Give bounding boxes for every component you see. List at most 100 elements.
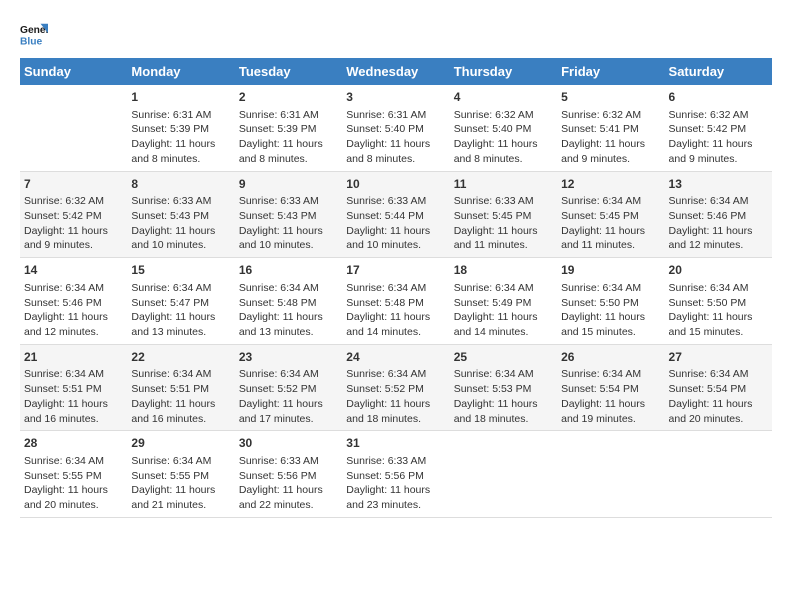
cell-info: Daylight: 11 hours <box>669 224 768 239</box>
day-number: 15 <box>131 262 230 279</box>
calendar-cell: 2Sunrise: 6:31 AMSunset: 5:39 PMDaylight… <box>235 85 342 171</box>
calendar-cell: 4Sunrise: 6:32 AMSunset: 5:40 PMDaylight… <box>450 85 557 171</box>
cell-info: Sunrise: 6:34 AM <box>239 367 338 382</box>
cell-info: Daylight: 11 hours <box>346 483 445 498</box>
day-header-friday: Friday <box>557 58 664 85</box>
cell-info: Daylight: 11 hours <box>239 224 338 239</box>
calendar-cell: 30Sunrise: 6:33 AMSunset: 5:56 PMDayligh… <box>235 431 342 518</box>
day-number: 19 <box>561 262 660 279</box>
cell-info: and 16 minutes. <box>131 412 230 427</box>
calendar-cell: 12Sunrise: 6:34 AMSunset: 5:45 PMDayligh… <box>557 171 664 258</box>
cell-info: and 15 minutes. <box>561 325 660 340</box>
cell-info: Sunset: 5:52 PM <box>346 382 445 397</box>
cell-info: and 11 minutes. <box>561 238 660 253</box>
calendar-cell: 14Sunrise: 6:34 AMSunset: 5:46 PMDayligh… <box>20 258 127 345</box>
day-header-wednesday: Wednesday <box>342 58 449 85</box>
cell-info: and 8 minutes. <box>239 152 338 167</box>
cell-info: Sunset: 5:42 PM <box>24 209 123 224</box>
cell-info: Daylight: 11 hours <box>239 397 338 412</box>
cell-info: Sunset: 5:50 PM <box>669 296 768 311</box>
calendar-cell: 13Sunrise: 6:34 AMSunset: 5:46 PMDayligh… <box>665 171 772 258</box>
day-number: 26 <box>561 349 660 366</box>
day-number: 20 <box>669 262 768 279</box>
cell-info: Sunrise: 6:34 AM <box>669 194 768 209</box>
day-number: 5 <box>561 89 660 106</box>
cell-info: Daylight: 11 hours <box>131 397 230 412</box>
day-number: 27 <box>669 349 768 366</box>
cell-info: Daylight: 11 hours <box>669 397 768 412</box>
cell-info: Sunrise: 6:34 AM <box>454 367 553 382</box>
cell-info: Daylight: 11 hours <box>239 310 338 325</box>
cell-info: Sunrise: 6:34 AM <box>131 454 230 469</box>
cell-info: and 9 minutes. <box>24 238 123 253</box>
calendar-cell: 21Sunrise: 6:34 AMSunset: 5:51 PMDayligh… <box>20 344 127 431</box>
calendar-table: SundayMondayTuesdayWednesdayThursdayFrid… <box>20 58 772 518</box>
cell-info: Daylight: 11 hours <box>346 137 445 152</box>
cell-info: Sunset: 5:44 PM <box>346 209 445 224</box>
cell-info: Sunset: 5:56 PM <box>239 469 338 484</box>
calendar-cell: 8Sunrise: 6:33 AMSunset: 5:43 PMDaylight… <box>127 171 234 258</box>
day-header-thursday: Thursday <box>450 58 557 85</box>
cell-info: and 10 minutes. <box>239 238 338 253</box>
cell-info: and 12 minutes. <box>24 325 123 340</box>
day-header-saturday: Saturday <box>665 58 772 85</box>
cell-info: Daylight: 11 hours <box>239 483 338 498</box>
cell-info: Sunset: 5:41 PM <box>561 122 660 137</box>
cell-info: Daylight: 11 hours <box>24 397 123 412</box>
day-number: 21 <box>24 349 123 366</box>
day-number: 10 <box>346 176 445 193</box>
day-number: 8 <box>131 176 230 193</box>
calendar-cell: 5Sunrise: 6:32 AMSunset: 5:41 PMDaylight… <box>557 85 664 171</box>
cell-info: Daylight: 11 hours <box>131 137 230 152</box>
cell-info: Sunrise: 6:34 AM <box>561 194 660 209</box>
cell-info: Sunset: 5:43 PM <box>131 209 230 224</box>
calendar-cell: 3Sunrise: 6:31 AMSunset: 5:40 PMDaylight… <box>342 85 449 171</box>
calendar-cell: 22Sunrise: 6:34 AMSunset: 5:51 PMDayligh… <box>127 344 234 431</box>
day-number: 28 <box>24 435 123 452</box>
cell-info: Sunrise: 6:31 AM <box>346 108 445 123</box>
cell-info: Sunrise: 6:34 AM <box>131 281 230 296</box>
cell-info: Daylight: 11 hours <box>669 137 768 152</box>
day-number: 29 <box>131 435 230 452</box>
calendar-week-3: 14Sunrise: 6:34 AMSunset: 5:46 PMDayligh… <box>20 258 772 345</box>
cell-info: Sunset: 5:54 PM <box>561 382 660 397</box>
cell-info: Sunset: 5:46 PM <box>669 209 768 224</box>
cell-info: Daylight: 11 hours <box>454 137 553 152</box>
cell-info: Sunset: 5:49 PM <box>454 296 553 311</box>
cell-info: Sunrise: 6:34 AM <box>24 367 123 382</box>
calendar-cell: 19Sunrise: 6:34 AMSunset: 5:50 PMDayligh… <box>557 258 664 345</box>
cell-info: and 10 minutes. <box>131 238 230 253</box>
calendar-cell: 31Sunrise: 6:33 AMSunset: 5:56 PMDayligh… <box>342 431 449 518</box>
cell-info: Sunrise: 6:33 AM <box>454 194 553 209</box>
cell-info: Sunset: 5:53 PM <box>454 382 553 397</box>
day-number: 7 <box>24 176 123 193</box>
cell-info: and 9 minutes. <box>561 152 660 167</box>
calendar-cell: 10Sunrise: 6:33 AMSunset: 5:44 PMDayligh… <box>342 171 449 258</box>
day-header-tuesday: Tuesday <box>235 58 342 85</box>
calendar-cell: 29Sunrise: 6:34 AMSunset: 5:55 PMDayligh… <box>127 431 234 518</box>
day-number: 16 <box>239 262 338 279</box>
cell-info: Sunrise: 6:34 AM <box>669 281 768 296</box>
calendar-week-4: 21Sunrise: 6:34 AMSunset: 5:51 PMDayligh… <box>20 344 772 431</box>
cell-info: Sunset: 5:55 PM <box>24 469 123 484</box>
calendar-cell: 7Sunrise: 6:32 AMSunset: 5:42 PMDaylight… <box>20 171 127 258</box>
cell-info: and 18 minutes. <box>346 412 445 427</box>
cell-info: and 8 minutes. <box>131 152 230 167</box>
cell-info: Sunset: 5:56 PM <box>346 469 445 484</box>
cell-info: and 9 minutes. <box>669 152 768 167</box>
cell-info: and 20 minutes. <box>24 498 123 513</box>
day-number: 18 <box>454 262 553 279</box>
cell-info: Sunrise: 6:32 AM <box>24 194 123 209</box>
day-number: 3 <box>346 89 445 106</box>
logo-icon: General Blue <box>20 20 48 48</box>
cell-info: Sunset: 5:43 PM <box>239 209 338 224</box>
cell-info: Sunrise: 6:33 AM <box>239 454 338 469</box>
calendar-week-2: 7Sunrise: 6:32 AMSunset: 5:42 PM Daylight… <box>20 171 772 258</box>
calendar-cell: 20Sunrise: 6:34 AMSunset: 5:50 PMDayligh… <box>665 258 772 345</box>
cell-info: Sunrise: 6:32 AM <box>561 108 660 123</box>
day-number: 14 <box>24 262 123 279</box>
cell-info: Sunrise: 6:34 AM <box>561 281 660 296</box>
cell-info: and 17 minutes. <box>239 412 338 427</box>
cell-info: and 13 minutes. <box>239 325 338 340</box>
cell-info: Sunrise: 6:34 AM <box>561 367 660 382</box>
